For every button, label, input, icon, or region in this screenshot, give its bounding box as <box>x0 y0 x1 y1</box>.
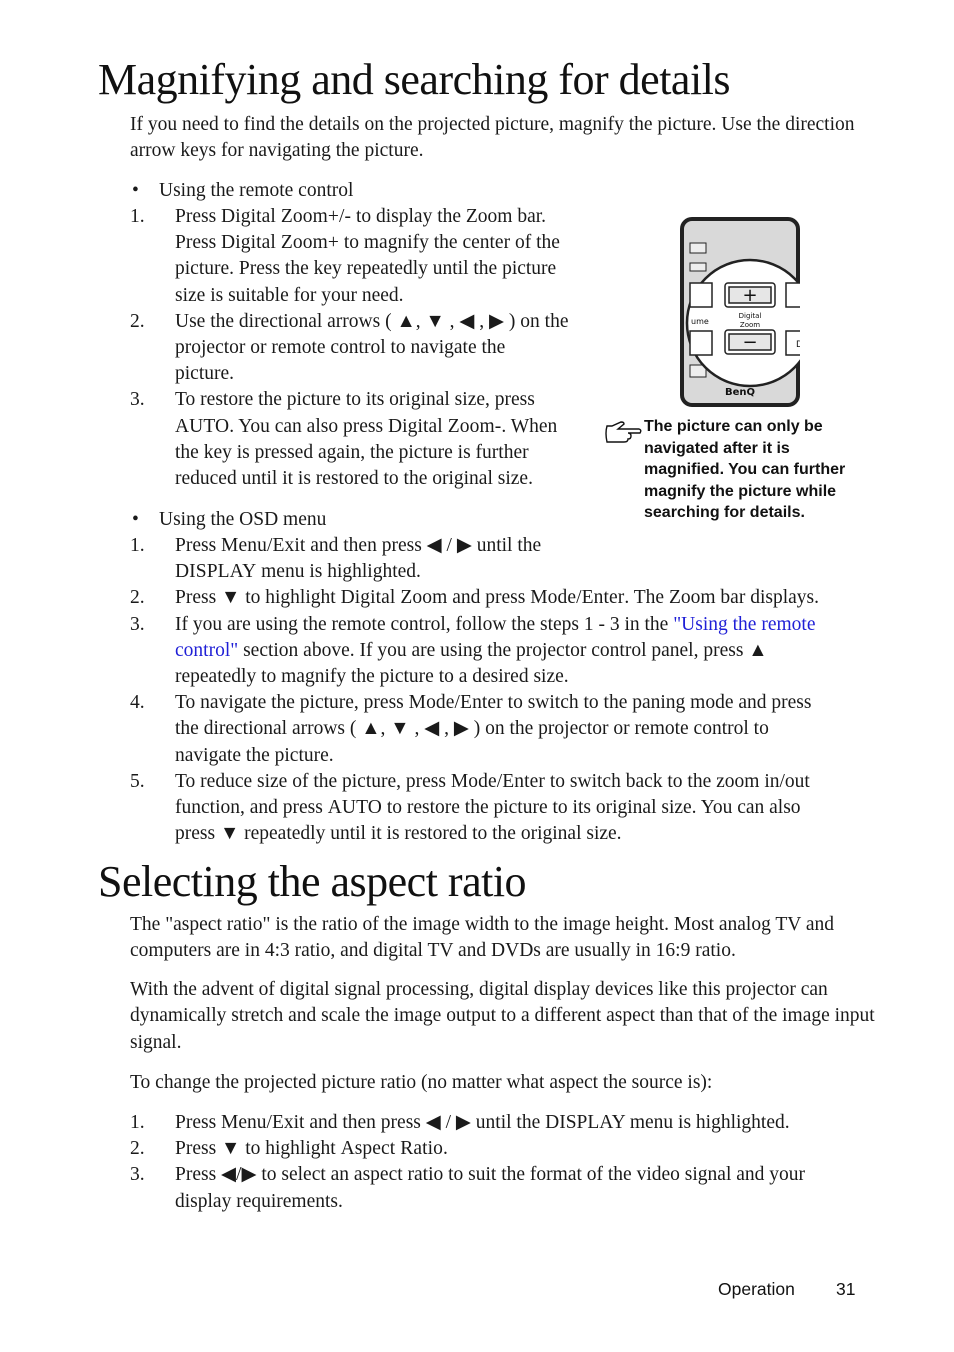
step-text: To navigate the picture, press Mode/Ente… <box>175 692 812 714</box>
aspect-paragraph-1: The "aspect ratio" is the ratio of the i… <box>130 914 835 962</box>
step-text: Press Menu/Exit and then press ◀ / ▶ unt… <box>175 1112 790 1133</box>
remote-heading: Using the remote control <box>159 180 354 201</box>
step-text: To reduce size of the picture, press Mod… <box>175 770 810 792</box>
step-number: 2. <box>130 1138 145 1160</box>
step-text: size is suitable for your need. <box>175 284 404 306</box>
step-number: 3. <box>130 1164 145 1186</box>
step-text: picture. <box>175 363 235 385</box>
bullet-dot: • <box>132 509 139 530</box>
step-number: 1. <box>130 1112 145 1133</box>
remote-control-illustration: + Digital Zoom − ume Pa Do BenQ <box>680 217 800 407</box>
step-text[interactable]: control" section above. If you are using… <box>175 638 768 664</box>
svg-text:Do: Do <box>796 340 800 350</box>
pointing-hand-icon <box>605 421 642 443</box>
step-number: 1. <box>130 206 145 227</box>
zoom-label: Zoom <box>740 321 760 329</box>
osd-heading: Using the OSD menu <box>159 509 327 530</box>
step-text: AUTO. You can also press Digital Zoom-. … <box>175 415 558 437</box>
step-number: 2. <box>130 587 145 609</box>
step-text: DISPLAY menu is highlighted. <box>175 561 421 583</box>
step-text: the directional arrows ( ▲, ▼ , ◀ , ▶ ) … <box>175 718 769 740</box>
step-text: Use the directional arrows ( ▲, ▼ , ◀ , … <box>175 310 569 332</box>
svg-text:ume: ume <box>691 317 709 326</box>
intro-paragraph: If you need to find the details on the p… <box>130 114 855 162</box>
step-number: 5. <box>130 770 145 792</box>
step-text[interactable]: If you are using the remote control, fol… <box>175 612 815 638</box>
aspect-paragraph-3: To change the projected picture ratio (n… <box>130 1072 713 1093</box>
aspect-paragraph-2: With the advent of digital signal proces… <box>130 979 875 1053</box>
zoom-minus-icon: − <box>742 332 757 353</box>
zoom-plus-icon: + <box>742 285 757 306</box>
step-text: Press ◀/▶ to select an aspect ratio to s… <box>175 1164 806 1186</box>
benq-logo: BenQ <box>725 387 755 398</box>
step-text: To restore the picture to its original s… <box>175 389 535 411</box>
step-text: Press ▼ to highlight Aspect Ratio. <box>175 1138 448 1160</box>
step-text: navigate the picture. <box>175 744 334 766</box>
step-number: 3. <box>130 389 145 411</box>
page-number: 31 <box>836 1279 856 1299</box>
step-text: reduced until it is restored to the orig… <box>175 468 533 489</box>
step-text: function, and press AUTO to restore the … <box>175 797 801 818</box>
section-title-aspect-ratio: Selecting the aspect ratio <box>98 857 527 906</box>
step-text: Press ▼ to highlight Digital Zoom and pr… <box>175 587 819 609</box>
step-number: 4. <box>130 692 145 714</box>
digital-label: Digital <box>739 312 762 320</box>
step-text: Press Menu/Exit and then press ◀ / ▶ unt… <box>175 535 542 556</box>
step-text: the key is pressed again, the picture is… <box>175 441 529 463</box>
note-text: The picture can only be navigated after … <box>644 418 846 522</box>
footer-section-label: Operation <box>718 1279 795 1299</box>
section-title-magnifying: Magnifying and searching for details <box>98 55 731 104</box>
step-text: picture. Press the key repeatedly until … <box>175 258 557 280</box>
step-text: repeatedly to magnify the picture to a d… <box>175 666 569 687</box>
step-number: 2. <box>130 310 145 332</box>
step-text: press ▼ repeatedly until it is restored … <box>175 823 622 845</box>
step-text: projector or remote control to navigate … <box>175 337 506 358</box>
step-text: Press Digital Zoom+ to magnify the cente… <box>175 232 560 254</box>
bullet-dot: • <box>132 180 139 201</box>
step-text: display requirements. <box>175 1190 343 1212</box>
step-number: 3. <box>130 613 145 635</box>
step-number: 1. <box>130 535 145 556</box>
step-text: Press Digital Zoom+/- to display the Zoo… <box>175 206 547 227</box>
